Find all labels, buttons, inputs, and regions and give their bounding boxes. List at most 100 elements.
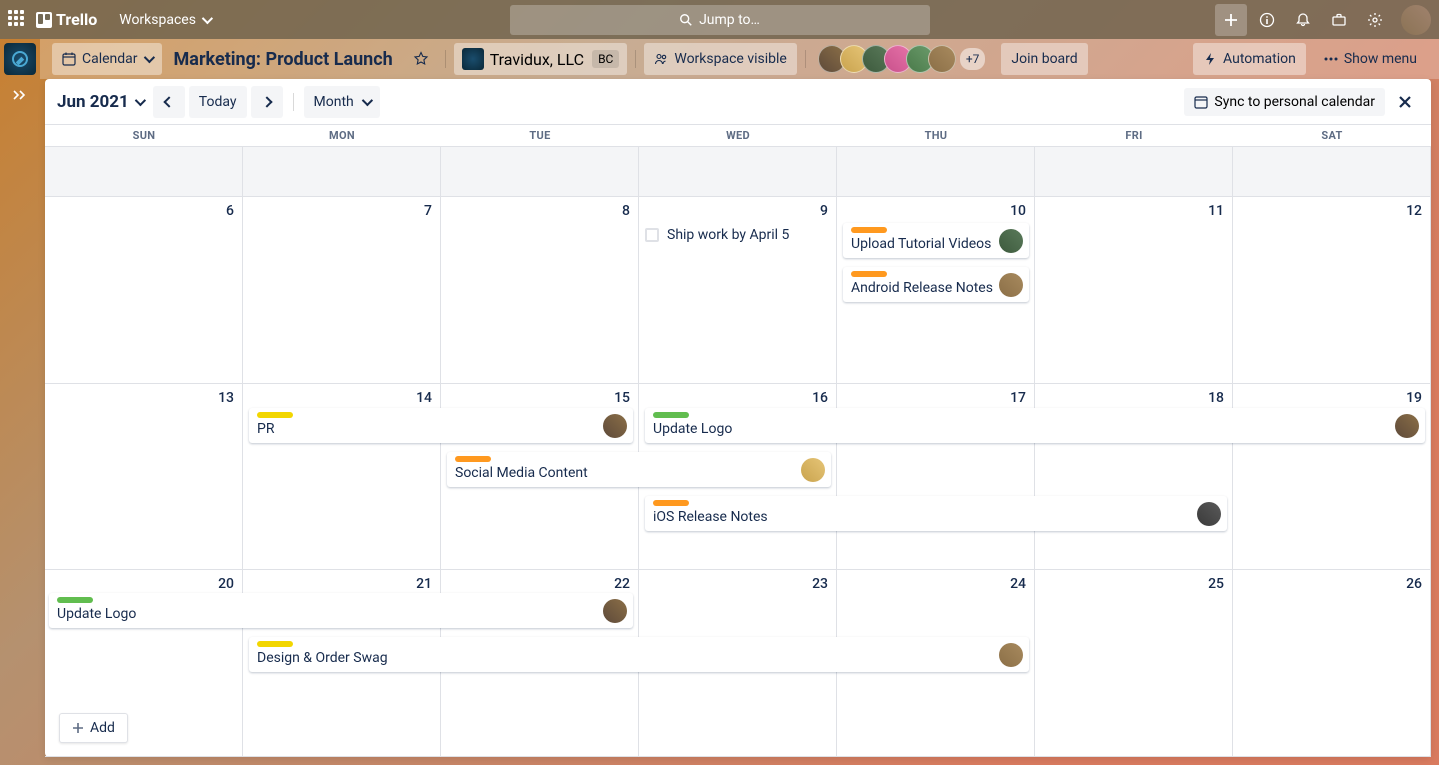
calendar-card[interactable]: Android Release Notes bbox=[843, 267, 1029, 302]
show-menu-button[interactable]: Show menu bbox=[1314, 43, 1427, 75]
member-avatar[interactable] bbox=[1197, 502, 1221, 526]
workspace-plan-badge: BC bbox=[592, 50, 619, 68]
board-title[interactable]: Marketing: Product Launch bbox=[170, 49, 397, 70]
workspaces-dropdown[interactable]: Workspaces bbox=[111, 8, 218, 32]
calendar-cell[interactable]: 25 bbox=[1035, 570, 1233, 757]
checklist-text: Ship work by April 5 bbox=[667, 227, 789, 243]
briefcase-button[interactable] bbox=[1323, 4, 1355, 36]
calendar-cell[interactable]: 8 bbox=[441, 197, 639, 384]
star-icon bbox=[413, 51, 429, 67]
gear-icon bbox=[1367, 12, 1383, 28]
notifications-button[interactable] bbox=[1287, 4, 1319, 36]
apps-switcher-icon[interactable] bbox=[8, 10, 28, 30]
chevron-down-icon bbox=[361, 94, 372, 105]
card-label-green bbox=[653, 412, 689, 418]
automation-button[interactable]: Automation bbox=[1193, 43, 1306, 75]
profile-avatar[interactable] bbox=[1401, 5, 1431, 35]
member-avatar[interactable] bbox=[603, 599, 627, 623]
day-headers: SUN MON TUE WED THU FRI SAT bbox=[45, 125, 1431, 147]
calendar-card[interactable]: Upload Tutorial Videos bbox=[843, 223, 1029, 258]
add-card-button[interactable]: Add bbox=[59, 713, 128, 743]
calendar-cell[interactable]: 9 bbox=[639, 197, 837, 384]
month-picker[interactable]: Jun 2021 bbox=[57, 92, 143, 112]
workspace-link[interactable]: Travidux, LLC BC bbox=[454, 43, 628, 75]
member-avatar[interactable] bbox=[999, 273, 1023, 297]
workspace-avatar-icon bbox=[462, 48, 484, 70]
star-button[interactable] bbox=[405, 43, 437, 75]
more-members-count[interactable]: +7 bbox=[960, 48, 986, 70]
calendar-grid: 6 7 8 9 10 11 12 13 14 15 16 17 18 19 20… bbox=[45, 147, 1431, 757]
settings-button[interactable] bbox=[1359, 4, 1391, 36]
sync-calendar-button[interactable]: Sync to personal calendar bbox=[1184, 88, 1385, 116]
workspace-icon[interactable] bbox=[4, 43, 36, 75]
day-header-fri: FRI bbox=[1035, 125, 1233, 146]
day-header-sun: SUN bbox=[45, 125, 243, 146]
menu-label: Show menu bbox=[1344, 51, 1417, 67]
calendar-card[interactable]: PR bbox=[249, 408, 633, 443]
member-avatar[interactable] bbox=[999, 229, 1023, 253]
member-avatar[interactable] bbox=[999, 643, 1023, 667]
view-label: Month bbox=[314, 94, 354, 110]
global-header: Trello Workspaces Jump to… bbox=[0, 0, 1439, 39]
calendar-cell[interactable]: 13 bbox=[45, 384, 243, 571]
calendar-cell[interactable] bbox=[1035, 147, 1233, 197]
today-button[interactable]: Today bbox=[189, 86, 247, 118]
calendar-cell[interactable] bbox=[45, 147, 243, 197]
prev-period-button[interactable] bbox=[153, 86, 185, 118]
date-label: 12 bbox=[1406, 203, 1422, 219]
calendar-cell[interactable]: 7 bbox=[243, 197, 441, 384]
next-period-button[interactable] bbox=[251, 86, 283, 118]
calendar-cell[interactable] bbox=[243, 147, 441, 197]
calendar-cell[interactable] bbox=[441, 147, 639, 197]
calendar-card[interactable]: iOS Release Notes bbox=[645, 496, 1227, 531]
sync-label: Sync to personal calendar bbox=[1214, 94, 1375, 110]
card-title: Social Media Content bbox=[455, 465, 823, 481]
search-input[interactable]: Jump to… bbox=[510, 5, 930, 35]
calendar-icon bbox=[62, 52, 76, 66]
close-calendar-button[interactable] bbox=[1391, 88, 1419, 116]
member-avatar[interactable] bbox=[1395, 414, 1419, 438]
day-header-wed: WED bbox=[639, 125, 837, 146]
card-title: Update Logo bbox=[57, 606, 625, 622]
divider bbox=[635, 50, 636, 68]
calendar-view-dropdown[interactable]: Month bbox=[304, 86, 380, 118]
create-button[interactable] bbox=[1215, 4, 1247, 36]
date-label: 10 bbox=[1010, 203, 1026, 219]
view-switcher[interactable]: Calendar bbox=[52, 43, 162, 75]
briefcase-icon bbox=[1331, 12, 1347, 28]
calendar-cell[interactable] bbox=[837, 147, 1035, 197]
sidebar-expand-button[interactable] bbox=[8, 83, 32, 107]
dots-icon bbox=[1324, 57, 1338, 61]
today-label: Today bbox=[199, 94, 237, 110]
calendar-cell[interactable]: 26 bbox=[1233, 570, 1431, 757]
calendar-cell[interactable]: 6 bbox=[45, 197, 243, 384]
calendar-card[interactable]: Update Logo bbox=[49, 593, 633, 628]
people-icon bbox=[654, 52, 668, 66]
checklist-item[interactable]: Ship work by April 5 bbox=[645, 227, 789, 243]
calendar-card[interactable]: Update Logo bbox=[645, 408, 1425, 443]
calendar-cell[interactable]: 12 bbox=[1233, 197, 1431, 384]
visibility-button[interactable]: Workspace visible bbox=[644, 43, 796, 75]
card-label-orange bbox=[851, 271, 887, 277]
calendar-cell[interactable] bbox=[1233, 147, 1431, 197]
trello-icon bbox=[36, 12, 52, 28]
calendar-cell[interactable]: 11 bbox=[1035, 197, 1233, 384]
info-button[interactable] bbox=[1251, 4, 1283, 36]
date-label: 22 bbox=[614, 576, 630, 592]
close-icon bbox=[1398, 95, 1412, 109]
calendar-card[interactable]: Social Media Content bbox=[447, 452, 831, 487]
join-board-button[interactable]: Join board bbox=[1001, 43, 1087, 75]
info-icon bbox=[1259, 12, 1275, 28]
date-label: 9 bbox=[820, 203, 828, 219]
add-label: Add bbox=[90, 720, 115, 736]
card-title: Design & Order Swag bbox=[257, 650, 1021, 666]
calendar-panel: Jun 2021 Today Month Sync to personal ca… bbox=[45, 79, 1431, 757]
checkbox-icon[interactable] bbox=[645, 228, 659, 242]
member-avatar[interactable] bbox=[603, 414, 627, 438]
trello-logo[interactable]: Trello bbox=[36, 10, 97, 29]
calendar-cell[interactable] bbox=[639, 147, 837, 197]
date-label: 19 bbox=[1406, 390, 1422, 406]
calendar-card[interactable]: Design & Order Swag bbox=[249, 637, 1029, 672]
member-avatar[interactable] bbox=[801, 458, 825, 482]
member-avatar[interactable] bbox=[928, 45, 956, 73]
